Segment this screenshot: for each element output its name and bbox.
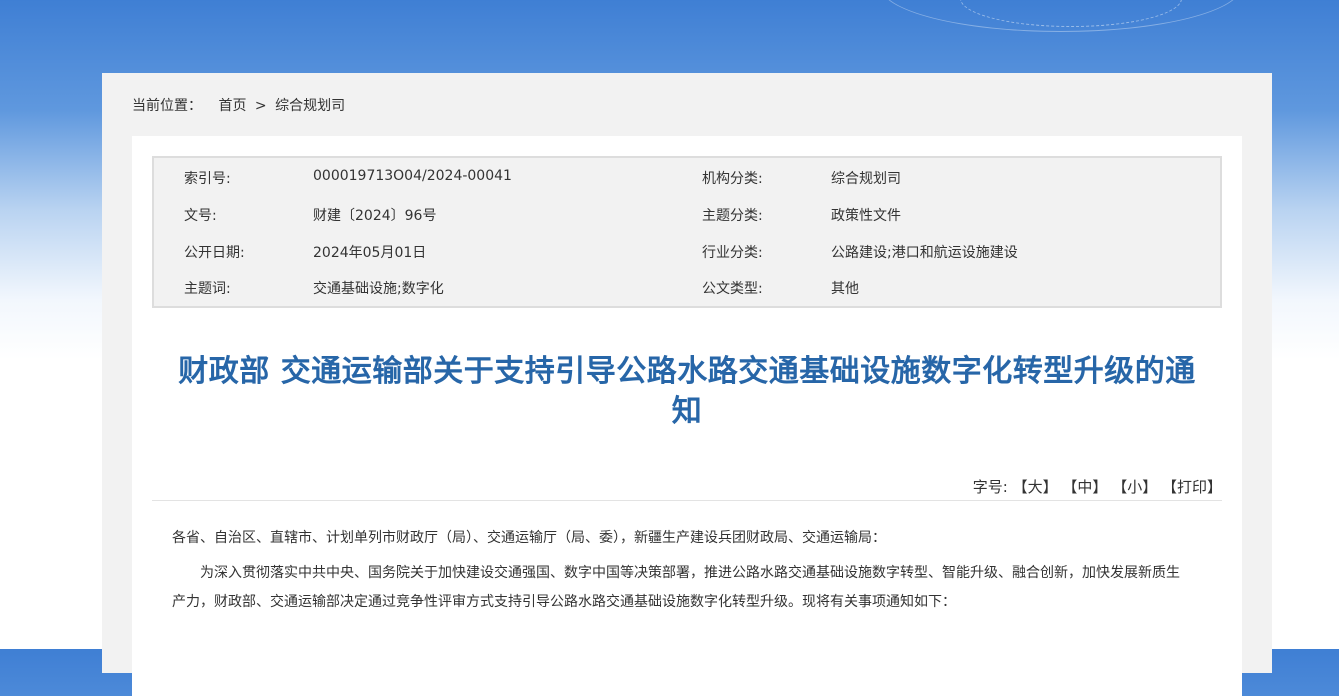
breadcrumb-label: 当前位置：	[132, 98, 202, 114]
article-title: 财政部 交通运输部关于支持引导公路水路交通基础设施数字化转型升级的通 知	[152, 352, 1222, 432]
breadcrumb-separator: >	[254, 98, 267, 114]
meta-docno-label: 文号:	[184, 208, 217, 224]
meta-doctype-value: 其他	[831, 281, 859, 297]
font-size-label: 字号:	[972, 478, 1008, 496]
font-small-button[interactable]: 【小】	[1112, 478, 1157, 496]
page-container: 当前位置： 首页 > 综合规划司 索引号: 000019713O04/2024-…	[102, 73, 1272, 696]
article-content: 索引号: 000019713O04/2024-00041 机构分类: 综合规划司…	[132, 136, 1242, 696]
meta-docno-value: 财建〔2024〕96号	[313, 208, 437, 224]
meta-keywords-label: 主题词:	[184, 281, 231, 297]
breadcrumb: 当前位置： 首页 > 综合规划司	[132, 95, 349, 115]
divider	[152, 500, 1222, 501]
font-large-button[interactable]: 【大】	[1013, 478, 1058, 496]
meta-keywords-value: 交通基础设施;数字化	[313, 281, 444, 297]
document-metadata-table: 索引号: 000019713O04/2024-00041 机构分类: 综合规划司…	[152, 156, 1222, 308]
body-paragraph: 为深入贯彻落实中共中央、国务院关于加快建设交通强国、数字中国等决策部署，推进公路…	[172, 565, 1180, 610]
meta-date-value: 2024年05月01日	[313, 245, 427, 261]
article-title-line: 知	[671, 394, 703, 429]
meta-topic-label: 主题分类:	[702, 208, 763, 224]
recipients-paragraph: 各省、自治区、直辖市、计划单列市财政厅（局）、交通运输厅（局、委），新疆生产建设…	[172, 530, 886, 546]
article-title-line: 财政部 交通运输部关于支持引导公路水路交通基础设施数字化转型升级的通	[178, 354, 1196, 389]
meta-org-value: 综合规划司	[831, 171, 901, 187]
breadcrumb-current-link[interactable]: 综合规划司	[275, 98, 345, 114]
article-body: 各省、自治区、直辖市、计划单列市财政厅（局）、交通运输厅（局、委），新疆生产建设…	[172, 524, 1182, 623]
font-medium-button[interactable]: 【中】	[1062, 478, 1107, 496]
print-button[interactable]: 【打印】	[1162, 478, 1222, 496]
meta-topic-value: 政策性文件	[831, 208, 901, 224]
meta-date-label: 公开日期:	[184, 245, 245, 261]
font-size-toolbar: 字号: 【大】 【中】 【小】 【打印】	[973, 476, 1222, 497]
meta-index-label: 索引号:	[184, 171, 231, 187]
meta-industry-value: 公路建设;港口和航运设施建设	[831, 245, 1018, 261]
meta-doctype-label: 公文类型:	[702, 281, 763, 297]
meta-industry-label: 行业分类:	[702, 245, 763, 261]
breadcrumb-home-link[interactable]: 首页	[218, 98, 246, 114]
meta-index-value: 000019713O04/2024-00041	[313, 168, 512, 184]
meta-org-label: 机构分类:	[702, 171, 763, 187]
